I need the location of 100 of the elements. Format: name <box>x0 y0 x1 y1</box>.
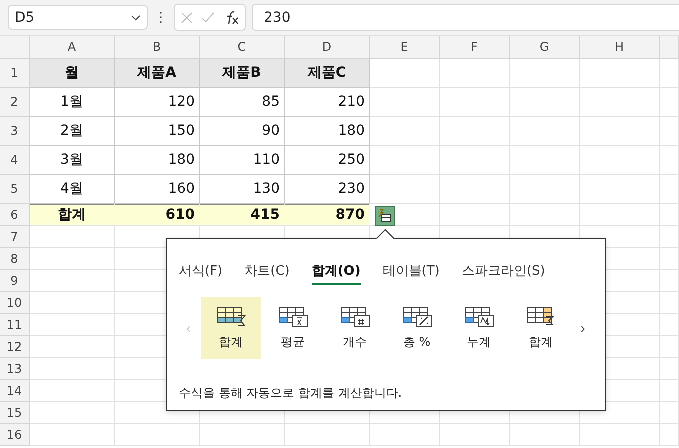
empty-cell <box>660 226 679 248</box>
row-number[interactable]: 4 <box>0 146 30 175</box>
select-all-corner[interactable] <box>0 36 30 59</box>
table-cell: 210 <box>285 88 370 117</box>
column-header[interactable]: B <box>115 36 200 59</box>
table-cell: 2월 <box>30 117 115 146</box>
table-cell: 3월 <box>30 146 115 175</box>
sum-table-icon <box>216 306 246 328</box>
panel-tab[interactable]: 테이블(T) <box>382 253 440 285</box>
chevron-down-icon <box>131 14 141 20</box>
header-cell: 제품C <box>285 59 370 88</box>
empty-cell <box>510 59 580 88</box>
table-cell: 85 <box>200 88 285 117</box>
column-header[interactable]: D <box>285 36 370 59</box>
row-number[interactable]: 15 <box>0 402 30 424</box>
table-cell: 180 <box>115 146 200 175</box>
header-cell: 월 <box>30 59 115 88</box>
row-number[interactable]: 12 <box>0 336 30 358</box>
empty-cell <box>510 424 580 446</box>
row-number[interactable]: 9 <box>0 270 30 292</box>
check-icon[interactable] <box>201 12 215 23</box>
empty-cell <box>510 175 580 204</box>
row-number[interactable]: 11 <box>0 314 30 336</box>
empty-cell <box>440 59 510 88</box>
table-cell: 120 <box>115 88 200 117</box>
totals-option[interactable]: 합계 <box>511 297 572 359</box>
empty-cell <box>660 88 679 117</box>
empty-cell <box>660 424 679 446</box>
header-cell: 제품B <box>200 59 285 88</box>
column-header[interactable]: C <box>200 36 285 59</box>
empty-cell <box>660 380 679 402</box>
panel-tab[interactable]: 스파크라인(S) <box>462 253 546 285</box>
totals-option[interactable]: 평균 <box>262 297 323 359</box>
empty-cell <box>660 175 679 204</box>
empty-cell <box>510 117 580 146</box>
more-options[interactable]: ⋮ <box>154 10 168 26</box>
row-number[interactable]: 6 <box>0 204 30 226</box>
table-cell: 250 <box>285 146 370 175</box>
panel-tab[interactable]: 서식(F) <box>179 253 223 285</box>
percent-table-icon <box>402 306 432 328</box>
scroll-right-button[interactable]: › <box>573 320 593 336</box>
sum-column-table-icon <box>526 306 556 328</box>
table-cell: 1월 <box>30 88 115 117</box>
empty-cell <box>440 424 510 446</box>
row-number[interactable]: 2 <box>0 88 30 117</box>
name-box[interactable]: D5 <box>8 5 148 30</box>
total-cell: 870 <box>285 204 370 226</box>
empty-cell <box>660 117 679 146</box>
quick-analysis-button[interactable] <box>375 206 395 226</box>
column-header[interactable]: F <box>440 36 510 59</box>
empty-cell <box>660 204 679 226</box>
empty-cell <box>440 175 510 204</box>
row-number[interactable]: 14 <box>0 380 30 402</box>
empty-cell <box>440 146 510 175</box>
total-cell: 610 <box>115 204 200 226</box>
header-cell: 제품A <box>115 59 200 88</box>
empty-cell <box>660 292 679 314</box>
table-cell: 4월 <box>30 175 115 204</box>
table-cell: 90 <box>200 117 285 146</box>
empty-cell <box>660 248 679 270</box>
panel-tab[interactable]: 합계(O) <box>312 253 361 285</box>
empty-cell <box>660 358 679 380</box>
empty-cell <box>440 117 510 146</box>
row-number[interactable]: 1 <box>0 59 30 88</box>
column-header[interactable]: A <box>30 36 115 59</box>
totals-option[interactable]: 총 % <box>386 297 448 359</box>
table-cell: 230 <box>285 175 370 204</box>
empty-cell <box>660 314 679 336</box>
table-cell: 130 <box>200 175 285 204</box>
totals-option[interactable]: 합계 <box>200 297 261 359</box>
column-header[interactable]: H <box>580 36 660 59</box>
average-table-icon <box>278 306 308 328</box>
empty-cell <box>660 270 679 292</box>
table-cell: 150 <box>115 117 200 146</box>
totals-option[interactable]: 개수 <box>324 297 385 359</box>
empty-cell <box>370 424 440 446</box>
formula-field[interactable]: 230 <box>252 4 679 31</box>
total-cell: 합계 <box>30 204 115 226</box>
count-table-icon <box>340 306 370 328</box>
empty-cell <box>660 336 679 358</box>
empty-cell <box>660 402 679 424</box>
row-number[interactable]: 10 <box>0 292 30 314</box>
cancel-icon[interactable] <box>181 12 193 24</box>
description-text: 수식을 통해 자동으로 합계를 계산합니다. <box>179 385 404 402</box>
row-number[interactable]: 5 <box>0 175 30 204</box>
empty-cell <box>510 88 580 117</box>
row-number[interactable]: 13 <box>0 358 30 380</box>
row-number[interactable]: 7 <box>0 226 30 248</box>
totals-option[interactable]: 누계 <box>449 297 510 359</box>
table-cell: 160 <box>115 175 200 204</box>
row-number[interactable]: 3 <box>0 117 30 146</box>
row-number[interactable]: 16 <box>0 424 30 446</box>
table-cell: 180 <box>285 117 370 146</box>
column-header[interactable] <box>660 36 679 59</box>
empty-cell <box>440 88 510 117</box>
column-header[interactable]: E <box>370 36 440 59</box>
column-header[interactable]: G <box>510 36 580 59</box>
row-number[interactable]: 8 <box>0 248 30 270</box>
panel-tab[interactable]: 차트(C) <box>244 253 290 285</box>
running-table-icon <box>464 306 494 328</box>
